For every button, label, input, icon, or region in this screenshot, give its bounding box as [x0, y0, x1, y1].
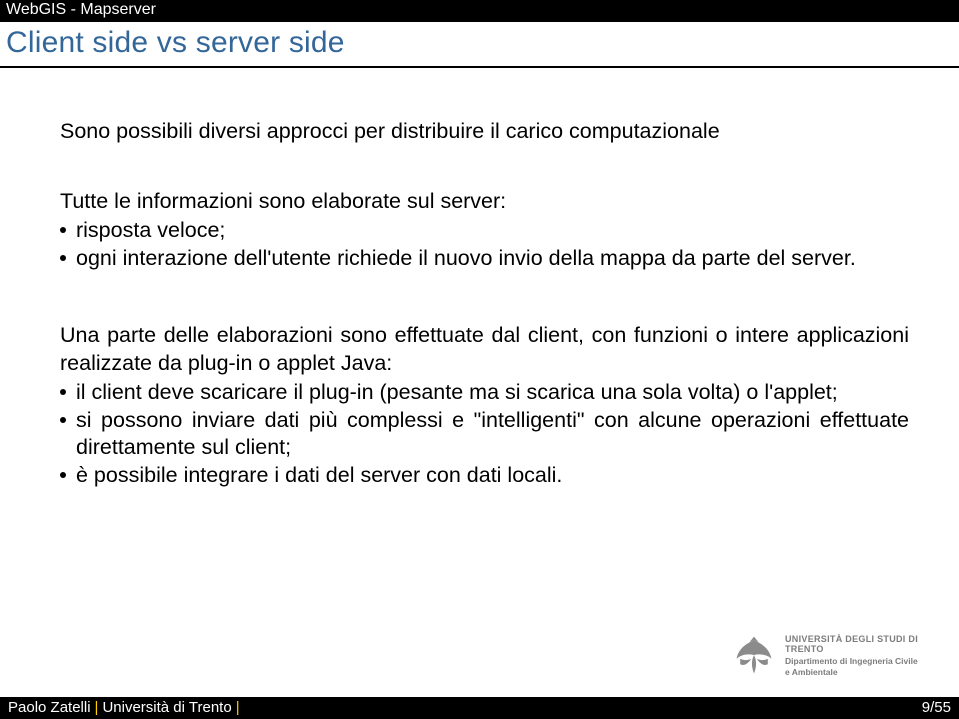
content-area: Sono possibili diversi approcci per dist…: [0, 68, 959, 489]
logo-university: UNIVERSITÀ DEGLI STUDI DI TRENTO: [785, 634, 941, 655]
list-item: risposta veloce;: [60, 217, 909, 245]
bullet-text: il client deve scaricare il plug-in (pes…: [76, 379, 909, 407]
footer-affiliation: Università di Trento: [102, 699, 231, 716]
list-item: si possono inviare dati più complessi e …: [60, 407, 909, 462]
bullet-icon: [60, 417, 66, 423]
bullet-icon: [60, 255, 66, 261]
list-item: è possibile integrare i dati del server …: [60, 462, 909, 490]
client-bullet-list: il client deve scaricare il plug-in (pes…: [60, 379, 909, 489]
bullet-icon: [60, 472, 66, 478]
bullet-text: è possibile integrare i dati del server …: [76, 462, 909, 490]
list-item: ogni interazione dell'utente richiede il…: [60, 245, 909, 273]
footer-page-number: 9/55: [922, 699, 951, 716]
server-section-label: Tutte le informazioni sono elaborate sul…: [60, 188, 909, 216]
client-section-label: Una parte delle elaborazioni sono effett…: [60, 322, 909, 377]
logo-text-block: UNIVERSITÀ DEGLI STUDI DI TRENTO Diparti…: [785, 634, 941, 678]
footer-separator: |: [236, 699, 240, 716]
bullet-text: ogni interazione dell'utente richiede il…: [76, 245, 909, 273]
footer-author: Paolo Zatelli: [8, 699, 91, 716]
bullet-icon: [60, 389, 66, 395]
slide-title-text: Client side vs server side: [6, 26, 345, 59]
university-logo: UNIVERSITÀ DEGLI STUDI DI TRENTO Diparti…: [731, 631, 941, 681]
eagle-icon: [731, 633, 777, 679]
footer-separator: |: [95, 699, 99, 716]
slide-title: Client side vs server side: [0, 22, 959, 68]
bullet-icon: [60, 227, 66, 233]
logo-department-1: Dipartimento di Ingegneria Civile: [785, 657, 941, 667]
bullet-text: si possono inviare dati più complessi e …: [76, 407, 909, 462]
list-item: il client deve scaricare il plug-in (pes…: [60, 379, 909, 407]
bullet-text: risposta veloce;: [76, 217, 909, 245]
topbar-text: WebGIS - Mapserver: [6, 1, 156, 18]
slide: WebGIS - Mapserver Client side vs server…: [0, 0, 959, 719]
intro-paragraph: Sono possibili diversi approcci per dist…: [60, 118, 909, 146]
logo-department-2: e Ambientale: [785, 668, 941, 678]
topbar: WebGIS - Mapserver: [0, 0, 959, 22]
server-bullet-list: risposta veloce; ogni interazione dell'u…: [60, 217, 909, 272]
footer: Paolo Zatelli | Università di Trento | 9…: [0, 697, 959, 719]
